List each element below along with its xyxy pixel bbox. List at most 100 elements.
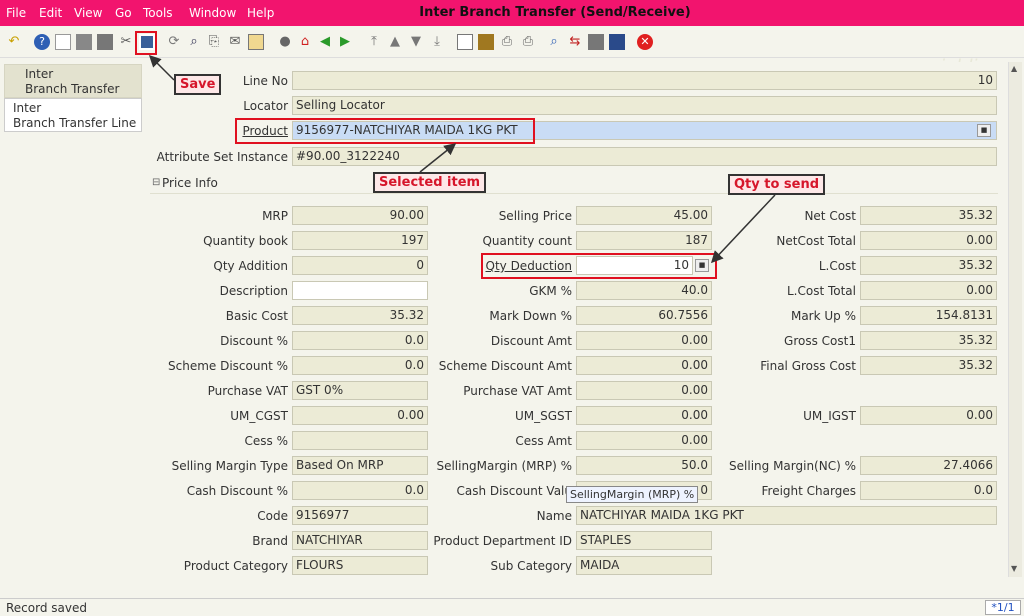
- menu-file[interactable]: File: [6, 6, 26, 20]
- selling-margin-nc-field[interactable]: 27.4066: [860, 456, 997, 475]
- chat-icon[interactable]: ✉: [227, 34, 243, 50]
- menu-view[interactable]: View: [74, 6, 102, 20]
- qty-count-field[interactable]: 187: [576, 231, 712, 250]
- discount-pct-field[interactable]: 0.0: [292, 331, 428, 350]
- report-icon[interactable]: [457, 34, 473, 50]
- um-cgst-field[interactable]: 0.00: [292, 406, 428, 425]
- gross-cost1-field[interactable]: 35.32: [860, 331, 997, 350]
- product-lookup-button[interactable]: ■: [977, 124, 991, 137]
- lcost-total-label: L.Cost Total: [786, 284, 856, 298]
- cess-pct-field[interactable]: [292, 431, 428, 450]
- attachment-icon[interactable]: ⎘: [206, 34, 222, 50]
- forward-icon[interactable]: ▶: [337, 34, 353, 50]
- refresh-icon[interactable]: ⟳: [166, 34, 182, 50]
- menu-edit[interactable]: Edit: [39, 6, 62, 20]
- markup-label: Mark Up %: [790, 309, 856, 323]
- qty-to-send-callout: Qty to send: [728, 174, 826, 195]
- history-icon[interactable]: [248, 34, 264, 50]
- asi-field[interactable]: #90.00_3122240: [292, 147, 997, 166]
- basic-cost-label: Basic Cost: [225, 309, 288, 323]
- um-sgst-field[interactable]: 0.00: [576, 406, 712, 425]
- zoom-across-icon[interactable]: ⌕: [546, 34, 562, 50]
- discount-amt-field[interactable]: 0.00: [576, 331, 712, 350]
- menu-go[interactable]: Go: [115, 6, 132, 20]
- selling-price-field[interactable]: 45.00: [576, 206, 712, 225]
- final-gross-cost-label: Final Gross Cost: [760, 359, 856, 373]
- locator-field[interactable]: Selling Locator: [292, 96, 997, 115]
- tab-inter-branch-transfer-line[interactable]: Inter Branch Transfer Line: [4, 98, 142, 132]
- cess-amt-field[interactable]: 0.00: [576, 431, 712, 450]
- process-icon[interactable]: [609, 34, 625, 50]
- lcost-label: L.Cost: [818, 259, 856, 273]
- menu-tools[interactable]: Tools: [143, 6, 173, 20]
- selling-margin-nc-label: Selling Margin(NC) %: [729, 459, 856, 473]
- gkm-field[interactable]: 40.0: [576, 281, 712, 300]
- lcost-field[interactable]: 35.32: [860, 256, 997, 275]
- purchase-vat-field[interactable]: GST 0%: [292, 381, 428, 400]
- qty-book-field[interactable]: 197: [292, 231, 428, 250]
- close-icon[interactable]: ✕: [637, 34, 653, 50]
- menu-bar: File Edit View Go Tools Window Help Inte…: [0, 0, 1024, 26]
- collapse-icon[interactable]: ⊟: [152, 177, 160, 188]
- undo-icon[interactable]: ↶: [6, 34, 22, 50]
- last-record-icon[interactable]: ⤓: [429, 34, 445, 50]
- workflow-icon[interactable]: ⇆: [567, 34, 583, 50]
- archive-icon[interactable]: [478, 34, 494, 50]
- tools-icon[interactable]: ✂: [118, 34, 134, 50]
- net-cost-field[interactable]: 35.32: [860, 206, 997, 225]
- scroll-up-icon[interactable]: ▲: [1011, 64, 1017, 73]
- freight-charges-field[interactable]: 0.0: [860, 481, 997, 500]
- um-igst-field[interactable]: 0.00: [860, 406, 997, 425]
- cash-discount-pct-label: Cash Discount %: [186, 484, 288, 498]
- lcost-total-field[interactable]: 0.00: [860, 281, 997, 300]
- cess-pct-label: Cess %: [244, 434, 288, 448]
- tooltip: SellingMargin (MRP) %: [566, 486, 699, 503]
- tab-inter-branch-transfer[interactable]: Inter Branch Transfer: [4, 64, 142, 98]
- sub-category-label: Sub Category: [490, 559, 572, 573]
- scheme-discount-pct-field[interactable]: 0.0: [292, 356, 428, 375]
- delete-icon[interactable]: [97, 34, 113, 50]
- home-icon[interactable]: ⌂: [297, 34, 313, 50]
- code-field[interactable]: 9156977: [292, 506, 428, 525]
- previous-record-icon[interactable]: ▲: [387, 34, 403, 50]
- qty-addition-label: Qty Addition: [213, 259, 288, 273]
- vertical-scrollbar[interactable]: ▲ ▼: [1008, 62, 1022, 577]
- purchase-vat-amt-field[interactable]: 0.00: [576, 381, 712, 400]
- find-icon[interactable]: ⌕: [186, 34, 202, 50]
- description-field[interactable]: [292, 281, 428, 300]
- netcost-total-field[interactable]: 0.00: [860, 231, 997, 250]
- final-gross-cost-field[interactable]: 35.32: [860, 356, 997, 375]
- line-no-field[interactable]: 10: [292, 71, 997, 90]
- menu-icon[interactable]: ●: [277, 34, 293, 50]
- print-preview-icon[interactable]: ⎙: [499, 34, 515, 50]
- new-record-icon[interactable]: [55, 34, 71, 50]
- first-record-icon[interactable]: ⤒: [366, 34, 382, 50]
- mrp-field[interactable]: 90.00: [292, 206, 428, 225]
- markdown-field[interactable]: 60.7556: [576, 306, 712, 325]
- markup-field[interactable]: 154.8131: [860, 306, 997, 325]
- help-icon[interactable]: ?: [34, 34, 50, 50]
- print-icon[interactable]: ⎙: [520, 34, 536, 50]
- basic-cost-field[interactable]: 35.32: [292, 306, 428, 325]
- menu-help[interactable]: Help: [247, 6, 274, 20]
- price-info-section[interactable]: ⊟ Price Info: [150, 176, 998, 194]
- scroll-down-icon[interactable]: ▼: [1011, 564, 1017, 573]
- menu-window[interactable]: Window: [189, 6, 236, 20]
- next-record-icon[interactable]: ▼: [408, 34, 424, 50]
- product-info-icon[interactable]: [588, 34, 604, 50]
- copy-record-icon[interactable]: [76, 34, 92, 50]
- back-icon[interactable]: ◀: [317, 34, 333, 50]
- qty-addition-field[interactable]: 0: [292, 256, 428, 275]
- name-field[interactable]: NATCHIYAR MAIDA 1KG PKT: [576, 506, 997, 525]
- sub-category-field[interactable]: MAIDA: [576, 556, 712, 575]
- product-department-field[interactable]: STAPLES: [576, 531, 712, 550]
- description-label: Description: [219, 284, 288, 298]
- scheme-discount-amt-field[interactable]: 0.00: [576, 356, 712, 375]
- qty-count-label: Quantity count: [482, 234, 572, 248]
- product-category-field[interactable]: FLOURS: [292, 556, 428, 575]
- brand-field[interactable]: NATCHIYAR: [292, 531, 428, 550]
- cash-discount-pct-field[interactable]: 0.0: [292, 481, 428, 500]
- freight-charges-label: Freight Charges: [761, 484, 856, 498]
- selling-margin-mrp-field[interactable]: 50.0: [576, 456, 712, 475]
- selling-margin-type-field[interactable]: Based On MRP: [292, 456, 428, 475]
